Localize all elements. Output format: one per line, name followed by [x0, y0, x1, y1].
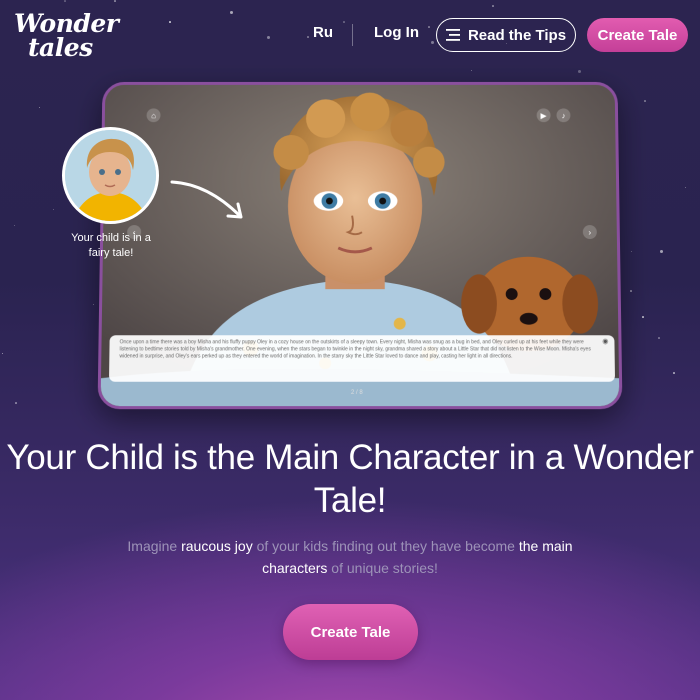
home-icon[interactable]: ⌂ — [146, 108, 161, 123]
hero-subtitle-part-1: Imagine — [127, 538, 182, 554]
star — [230, 11, 233, 14]
hero-title: Your Child is the Main Character in a Wo… — [6, 438, 694, 520]
star — [630, 290, 632, 292]
star — [685, 187, 686, 188]
story-text: Once upon a time there was a boy Misha a… — [119, 339, 591, 360]
hero-subtitle-part-3: of unique stories! — [327, 560, 438, 576]
star — [307, 36, 309, 38]
hero-subtitle-highlight-1: raucous joy — [181, 538, 253, 554]
star — [492, 5, 494, 7]
story-text-box: Once upon a time there was a boy Misha a… — [109, 335, 616, 382]
star — [39, 107, 40, 108]
star — [267, 36, 270, 39]
star — [631, 251, 632, 252]
star — [15, 402, 17, 404]
star — [471, 70, 472, 71]
hero-subtitle: Imagine raucous joy of your kids finding… — [120, 535, 580, 579]
tablet-preview: ⌂ ▶ ♪ ‹ › Once upon a time there was a b… — [97, 81, 623, 410]
read-tips-button[interactable]: Read the Tips — [436, 18, 576, 52]
star — [642, 316, 644, 318]
create-tale-header-button[interactable]: Create Tale — [587, 18, 688, 52]
star — [14, 225, 15, 226]
menu-icon — [445, 29, 460, 41]
star — [114, 0, 116, 2]
eye-icon[interactable]: ◉ — [602, 338, 608, 345]
star — [578, 70, 581, 73]
language-switch[interactable]: Ru — [313, 24, 333, 41]
star — [431, 41, 434, 44]
star — [343, 21, 345, 23]
star — [644, 100, 646, 102]
create-tale-main-button[interactable]: Create Tale — [283, 604, 418, 660]
page-indicator: 2 / 8 — [350, 389, 363, 396]
hero-subtitle-part-2: of your kids finding out they have becom… — [252, 538, 519, 554]
star — [428, 26, 430, 28]
read-tips-label: Read the Tips — [467, 26, 567, 44]
star — [673, 372, 675, 374]
logo[interactable]: Wonder tales — [14, 11, 119, 62]
avatar-caption: Your child is in a fairy tale! — [71, 232, 151, 259]
star — [93, 304, 94, 305]
star — [64, 0, 66, 2]
child-photo-avatar — [62, 127, 159, 224]
star — [53, 209, 54, 210]
star — [658, 337, 660, 339]
arrow-icon — [170, 180, 243, 219]
play-icon[interactable]: ▶ — [536, 108, 551, 123]
chevron-right-icon[interactable]: › — [582, 225, 597, 240]
child-photo — [65, 130, 156, 221]
star — [169, 21, 171, 23]
nav-divider — [352, 24, 353, 46]
login-link[interactable]: Log In — [374, 24, 419, 41]
star — [2, 353, 3, 354]
music-icon[interactable]: ♪ — [556, 108, 571, 123]
star — [660, 250, 663, 253]
logo-line-2: tales — [28, 33, 93, 62]
